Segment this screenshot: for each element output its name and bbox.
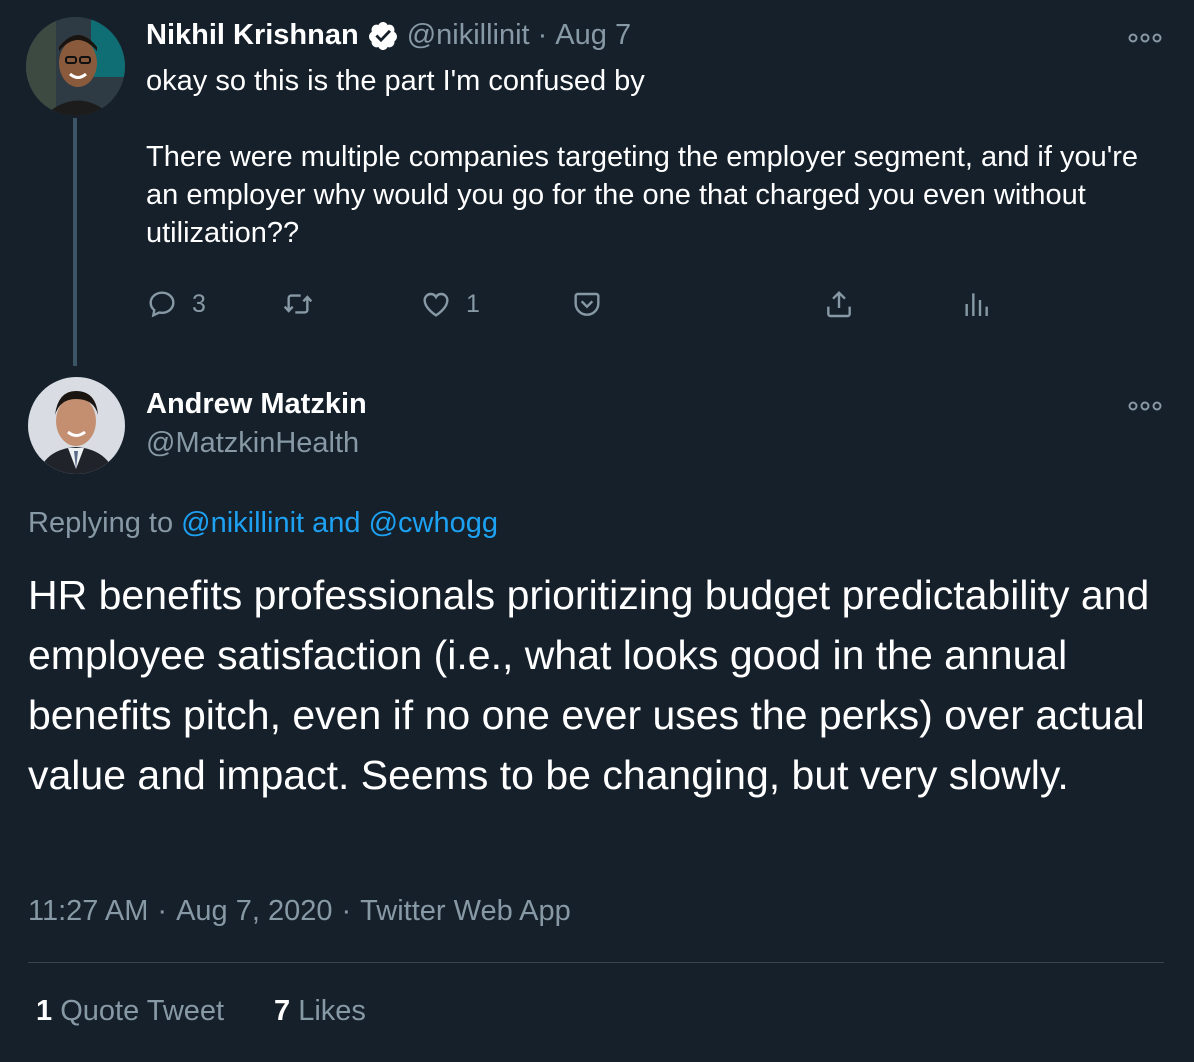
- author-handle[interactable]: @MatzkinHealth: [146, 427, 359, 460]
- more-options-icon[interactable]: [1128, 31, 1162, 43]
- likes-count: 7: [274, 995, 291, 1027]
- tweet-full-date[interactable]: Aug 7, 2020: [176, 895, 332, 928]
- like-count: 1: [466, 289, 480, 318]
- reply-icon: [149, 291, 175, 318]
- parent-tweet-text-1: okay so this is the part I'm confused by: [146, 65, 645, 97]
- tweet-date[interactable]: Aug 7: [555, 19, 631, 52]
- separator-dot: ·: [341, 895, 352, 927]
- save-icon: [574, 292, 600, 316]
- separator-dot: ·: [537, 19, 548, 51]
- author-name[interactable]: Andrew Matzkin: [146, 388, 367, 421]
- quote-tweets-stat[interactable]: 1 Quote Tweet: [36, 995, 224, 1028]
- author-handle[interactable]: @nikillinit: [407, 19, 530, 52]
- replying-to-label: Replying to: [28, 507, 174, 539]
- likes-label: Likes: [298, 995, 366, 1027]
- tweet-text: HR benefits professionals prioritizing b…: [28, 572, 1150, 798]
- parent-tweet-text-2: There were multiple companies targeting …: [146, 141, 1139, 249]
- thread-line: [73, 118, 77, 366]
- author-name[interactable]: Nikhil Krishnan: [146, 19, 359, 52]
- divider: [28, 962, 1164, 963]
- separator-dot: ·: [157, 895, 168, 927]
- reply-mentions-link[interactable]: @nikillinit and @cwhogg: [181, 507, 498, 539]
- save-button[interactable]: [571, 288, 603, 320]
- avatar-image: [28, 377, 125, 474]
- tweet-metadata: 11:27 AM · Aug 7, 2020 · Twitter Web App: [28, 895, 571, 928]
- avatar-image: [26, 17, 125, 116]
- retweet-icon: [283, 294, 313, 314]
- tweet-source[interactable]: Twitter Web App: [360, 895, 571, 928]
- share-icon: [827, 290, 851, 318]
- avatar-andrew-matzkin[interactable]: [28, 377, 125, 474]
- analytics-icon: [965, 293, 988, 316]
- replying-to: Replying to @nikillinit and @cwhogg: [28, 507, 498, 540]
- quote-tweet-label: Quote Tweet: [60, 995, 225, 1027]
- analytics-button[interactable]: [960, 288, 992, 320]
- share-button[interactable]: [823, 288, 855, 320]
- avatar-nikhil-krishnan[interactable]: [26, 17, 125, 116]
- like-icon: [423, 292, 449, 317]
- more-options-icon[interactable]: [1128, 399, 1162, 411]
- verified-badge-icon: [367, 20, 399, 52]
- likes-stat[interactable]: 7 Likes: [274, 995, 366, 1028]
- retweet-button[interactable]: [282, 288, 314, 320]
- reply-count: 3: [192, 289, 206, 318]
- parent-tweet-header: Nikhil Krishnan @nikillinit · Aug 7: [146, 19, 631, 52]
- reply-button[interactable]: 3: [146, 288, 206, 320]
- quote-tweet-count: 1: [36, 995, 53, 1027]
- tweet-time[interactable]: 11:27 AM: [28, 895, 148, 928]
- like-button[interactable]: 1: [420, 288, 480, 320]
